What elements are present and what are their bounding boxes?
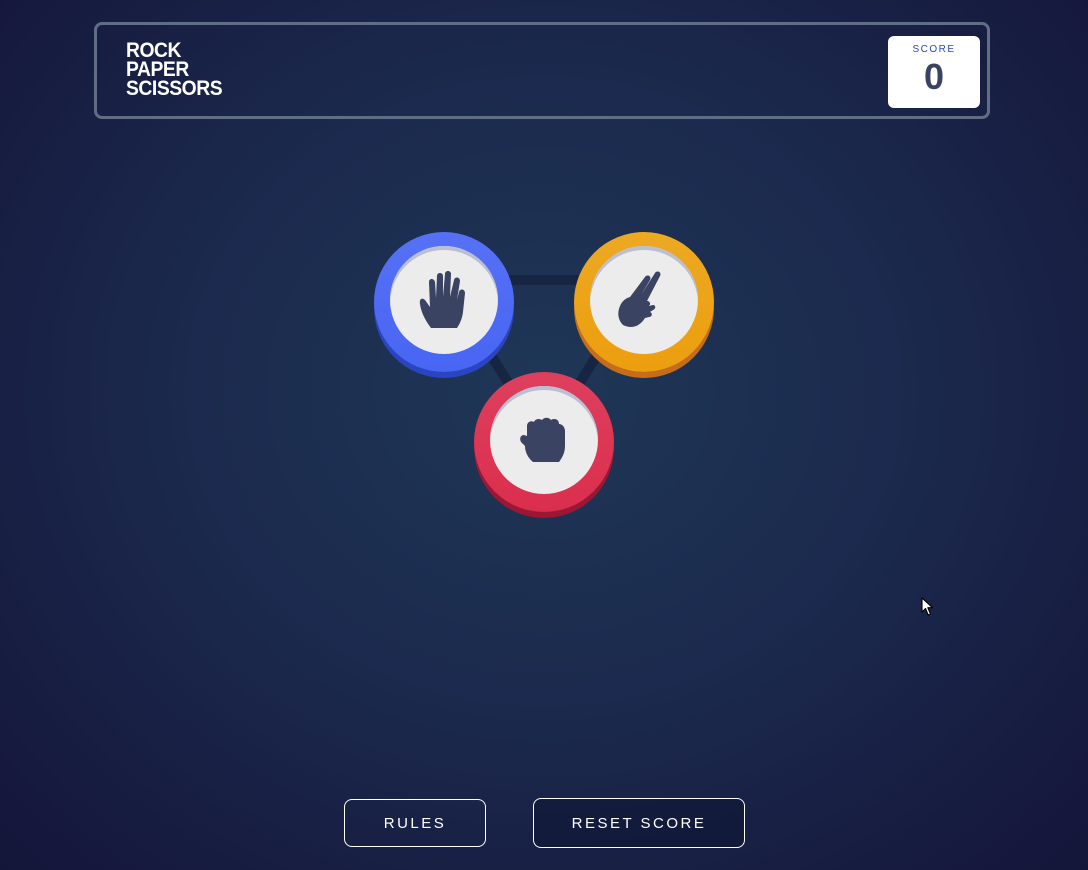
scissors-choice-button[interactable] [574, 232, 714, 377]
paper-choice-button[interactable] [374, 232, 514, 377]
title-line-scissors: SCISSORS [126, 77, 223, 100]
rock-hand-icon [520, 417, 565, 462]
rules-button[interactable]: RULES [344, 799, 486, 847]
game-title: ROCK PAPER SCISSORS [126, 40, 223, 100]
score-panel: SCORE 0 [888, 36, 980, 108]
paper-hand-icon [419, 271, 465, 328]
scissors-chip-face [590, 246, 698, 354]
score-value: 0 [923, 56, 945, 97]
rock-chip-face [490, 386, 598, 494]
scissors-hand-icon [618, 271, 661, 327]
mouse-cursor-icon [921, 597, 934, 616]
score-label: SCORE [912, 44, 956, 55]
paper-chip-face [390, 246, 498, 354]
game-header: ROCK PAPER SCISSORS SCORE 0 [94, 22, 990, 119]
rock-choice-button[interactable] [474, 372, 614, 517]
reset-score-button[interactable]: RESET SCORE [533, 798, 745, 848]
